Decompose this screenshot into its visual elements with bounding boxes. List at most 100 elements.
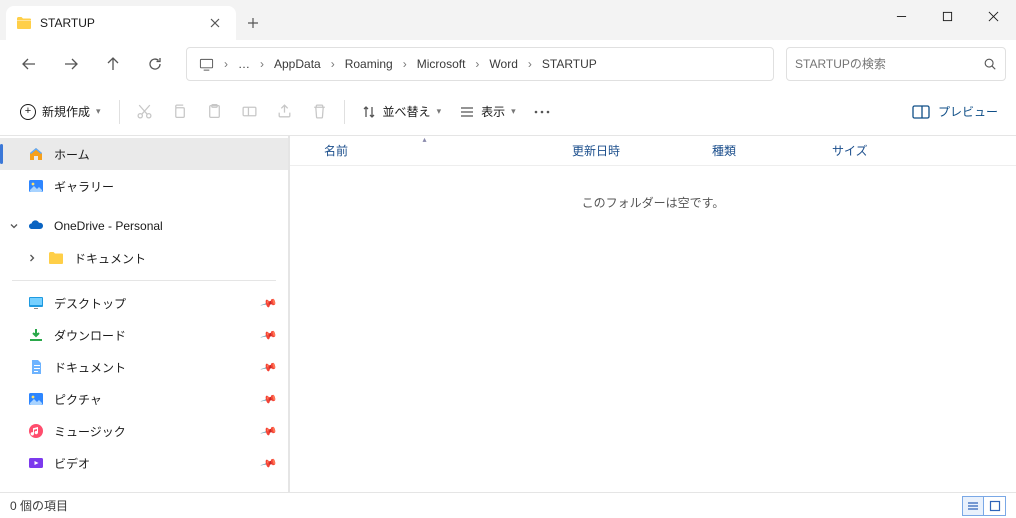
plus-circle-icon: +	[20, 104, 36, 120]
column-header-type[interactable]: 種類	[700, 136, 820, 165]
sidebar-item-home[interactable]: ホーム	[0, 138, 288, 170]
chevron-down-icon: ▾	[437, 106, 442, 117]
tab-close-button[interactable]	[206, 14, 224, 32]
breadcrumb-overflow[interactable]: …	[232, 53, 256, 75]
sidebar-item-label: ビデオ	[54, 455, 90, 472]
sidebar-item-gallery[interactable]: ギャラリー	[0, 170, 288, 202]
column-header-date[interactable]: 更新日時	[560, 136, 700, 165]
sidebar-item-onedrive-documents[interactable]: ドキュメント	[0, 242, 288, 274]
more-button[interactable]	[526, 95, 558, 129]
window-controls	[878, 0, 1016, 40]
sidebar-item-onedrive[interactable]: OneDrive - Personal	[0, 210, 288, 242]
sidebar-item-music[interactable]: ミュージック 📌	[0, 415, 288, 447]
documents-icon	[28, 359, 44, 375]
sidebar-item-documents[interactable]: ドキュメント 📌	[0, 351, 288, 383]
pin-icon: 📌	[260, 422, 278, 440]
separator	[344, 100, 345, 124]
content-pane: 名前 ▴ 更新日時 種類 サイズ このフォルダーは空です。	[290, 136, 1016, 492]
sidebar-item-label: ドキュメント	[74, 250, 146, 267]
chevron-right-icon[interactable]: ›	[258, 53, 266, 75]
pin-icon: 📌	[260, 294, 278, 312]
item-count: 0 個の項目	[10, 497, 68, 514]
breadcrumb-item[interactable]: AppData	[268, 53, 327, 75]
search-box[interactable]	[786, 47, 1006, 81]
details-view-button[interactable]	[962, 496, 984, 516]
empty-folder-message: このフォルダーは空です。	[290, 194, 1016, 211]
chevron-right-icon[interactable]: ›	[473, 53, 481, 75]
chevron-down-icon[interactable]	[6, 218, 22, 234]
paste-button[interactable]	[198, 95, 231, 129]
chevron-right-icon[interactable]: ›	[329, 53, 337, 75]
tab-title: STARTUP	[40, 16, 198, 30]
sidebar-item-pictures[interactable]: ピクチャ 📌	[0, 383, 288, 415]
navigation-pane: ホーム ギャラリー OneDrive - Personal ドキュメント	[0, 136, 290, 492]
sidebar-item-videos[interactable]: ビデオ 📌	[0, 447, 288, 479]
sidebar-item-label: デスクトップ	[54, 295, 126, 312]
view-button-label: 表示	[481, 103, 505, 120]
music-icon	[28, 423, 44, 439]
sidebar-item-downloads[interactable]: ダウンロード 📌	[0, 319, 288, 351]
chevron-right-icon[interactable]: ›	[526, 53, 534, 75]
separator	[12, 280, 276, 281]
forward-button[interactable]	[52, 46, 90, 82]
view-mode-switcher	[962, 496, 1006, 516]
pc-icon	[193, 53, 220, 76]
chevron-right-icon[interactable]: ›	[222, 53, 230, 75]
sidebar-item-label: ピクチャ	[54, 391, 102, 408]
command-bar: + 新規作成 ▾ 並べ替え ▾ 表示 ▾ プレビュー	[0, 88, 1016, 136]
folder-icon	[16, 15, 32, 31]
title-bar: STARTUP	[0, 0, 1016, 40]
close-button[interactable]	[970, 0, 1016, 32]
desktop-icon	[28, 295, 44, 311]
new-tab-button[interactable]	[236, 6, 270, 40]
pictures-icon	[28, 391, 44, 407]
column-header-label: サイズ	[832, 142, 868, 159]
refresh-button[interactable]	[136, 46, 174, 82]
breadcrumb-item[interactable]: Microsoft	[411, 53, 472, 75]
tab-startup[interactable]: STARTUP	[6, 6, 236, 40]
share-button[interactable]	[268, 95, 301, 129]
rename-button[interactable]	[233, 95, 266, 129]
new-button[interactable]: + 新規作成 ▾	[10, 95, 111, 129]
column-header-label: 名前	[324, 142, 348, 159]
sidebar-item-desktop[interactable]: デスクトップ 📌	[0, 287, 288, 319]
search-icon	[983, 57, 997, 71]
sidebar-item-label: ミュージック	[54, 423, 126, 440]
up-button[interactable]	[94, 46, 132, 82]
pin-icon: 📌	[260, 358, 278, 376]
sidebar-item-label: OneDrive - Personal	[54, 219, 163, 233]
column-headers: 名前 ▴ 更新日時 種類 サイズ	[290, 136, 1016, 166]
body: ホーム ギャラリー OneDrive - Personal ドキュメント	[0, 136, 1016, 492]
view-button[interactable]: 表示 ▾	[451, 95, 524, 129]
sidebar-item-label: ギャラリー	[54, 178, 114, 195]
sort-ascending-icon: ▴	[422, 135, 426, 144]
back-button[interactable]	[10, 46, 48, 82]
pin-icon: 📌	[260, 454, 278, 472]
breadcrumb-item[interactable]: STARTUP	[536, 53, 603, 75]
copy-button[interactable]	[163, 95, 196, 129]
column-header-size[interactable]: サイズ	[820, 136, 900, 165]
minimize-button[interactable]	[878, 0, 924, 32]
breadcrumb-item[interactable]: Roaming	[339, 53, 399, 75]
preview-button[interactable]: プレビュー	[904, 95, 1006, 129]
chevron-right-icon[interactable]: ›	[401, 53, 409, 75]
separator	[119, 100, 120, 124]
navigation-bar: › … › AppData › Roaming › Microsoft › Wo…	[0, 40, 1016, 88]
cut-button[interactable]	[128, 95, 161, 129]
thumbnails-view-button[interactable]	[984, 496, 1006, 516]
search-input[interactable]	[795, 57, 975, 71]
preview-button-label: プレビュー	[938, 103, 998, 120]
address-bar[interactable]: › … › AppData › Roaming › Microsoft › Wo…	[186, 47, 774, 81]
pin-icon: 📌	[260, 326, 278, 344]
sidebar-item-label: ホーム	[54, 146, 90, 163]
delete-button[interactable]	[303, 95, 336, 129]
new-button-label: 新規作成	[42, 103, 90, 120]
breadcrumb-item[interactable]: Word	[483, 53, 523, 75]
column-header-name[interactable]: 名前 ▴	[290, 136, 560, 165]
maximize-button[interactable]	[924, 0, 970, 32]
status-bar: 0 個の項目	[0, 492, 1016, 518]
pin-icon: 📌	[260, 390, 278, 408]
sort-button[interactable]: 並べ替え ▾	[353, 95, 450, 129]
chevron-right-icon[interactable]	[24, 250, 40, 266]
chevron-down-icon: ▾	[511, 106, 516, 117]
